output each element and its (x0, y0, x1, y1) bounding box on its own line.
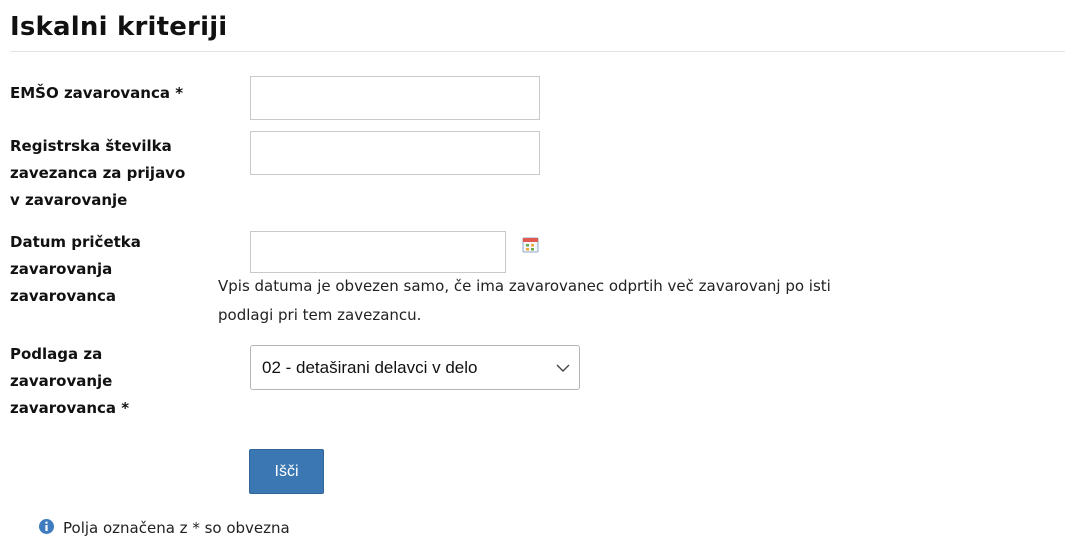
insurance-basis-label-line-2: zavarovanje (10, 372, 113, 390)
search-button[interactable]: Išči (249, 449, 324, 494)
registration-number-label-line-3: v zavarovanje (10, 191, 128, 209)
page-title: Iskalni kriteriji (10, 12, 228, 42)
emso-label: EMŠO zavarovanca * (10, 84, 184, 102)
insurance-basis-selected-value: 02 - detaširani delavci v delo (262, 358, 478, 377)
required-fields-note: Polja označena z * so obvezna (63, 519, 290, 537)
insurance-basis-select[interactable]: 02 - detaširani delavci v delo (250, 345, 580, 390)
start-date-label-line-3: zavarovanca (10, 287, 117, 305)
start-date-label-line-2: zavarovanja (10, 260, 113, 278)
registration-number-label: Registrska številka zavezanca za prijavo… (10, 133, 210, 214)
start-date-input[interactable] (250, 231, 506, 273)
insurance-basis-label-line-1: Podlaga za (10, 345, 103, 363)
start-date-hint-line-2: podlagi pri tem zavezancu. (218, 306, 422, 324)
registration-number-label-line-1: Registrska številka (10, 137, 172, 155)
start-date-label: Datum pričetka zavarovanja zavarovanca (10, 229, 210, 310)
insurance-basis-label-line-3: zavarovanca * (10, 399, 130, 417)
title-divider (10, 51, 1065, 52)
calendar-icon[interactable] (522, 236, 539, 253)
chevron-down-icon (556, 364, 570, 372)
start-date-hint: Vpis datuma je obvezen samo, če ima zava… (218, 272, 1018, 330)
insurance-basis-label: Podlaga za zavarovanje zavarovanca * (10, 341, 210, 422)
start-date-hint-line-1: Vpis datuma je obvezen samo, če ima zava… (218, 277, 831, 295)
registration-number-label-line-2: zavezanca za prijavo (10, 164, 186, 182)
start-date-label-line-1: Datum pričetka (10, 233, 141, 251)
emso-input[interactable] (250, 76, 540, 120)
registration-number-input[interactable] (250, 131, 540, 175)
info-icon (39, 519, 54, 534)
